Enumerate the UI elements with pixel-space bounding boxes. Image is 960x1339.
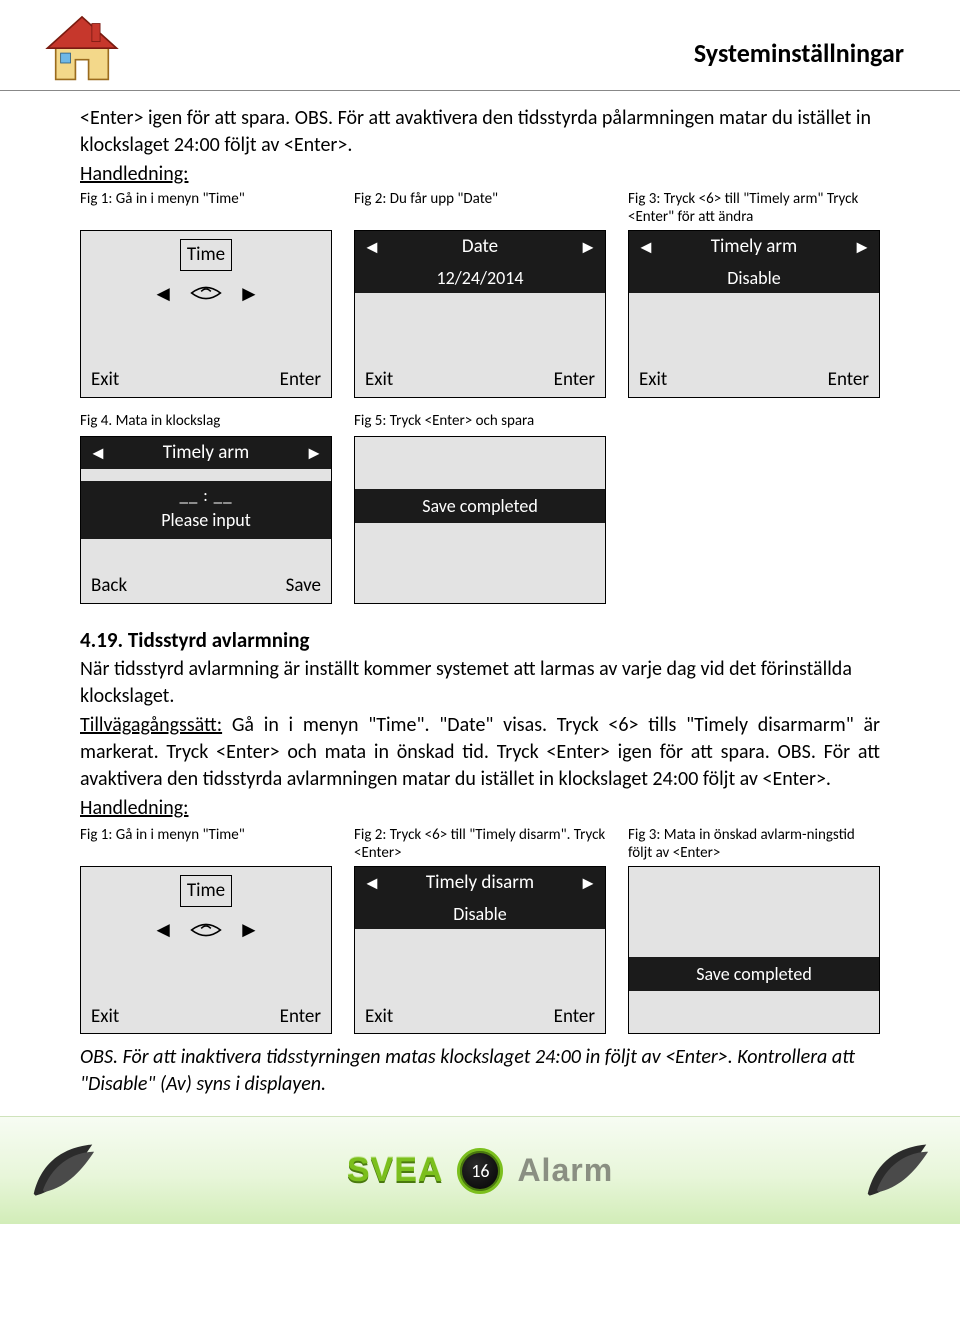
lcd-screen-date: ◄ Date ► 12/24/2014 Exit Enter [354,230,606,398]
time-title-box: Time [180,875,232,907]
enter-button[interactable]: Enter [828,367,869,393]
enter-button[interactable]: Enter [554,367,595,393]
brand-alarm: Alarm [517,1149,613,1192]
leaf-icon [26,1139,100,1203]
nav-right-icon[interactable]: ► [238,915,260,945]
page-number-badge: 16 [457,1148,503,1194]
brand-svea: SVEA [347,1148,444,1194]
exit-button[interactable]: Exit [91,367,119,393]
save-completed-banner: Save completed [629,957,879,991]
arrow-left-icon[interactable]: ◄ [363,871,381,895]
lcd-screen-saved: Save completed [354,436,606,604]
back-button[interactable]: Back [91,573,127,599]
lcd-title: Timely disarm [381,870,579,896]
fig-caption: Fig 5: Tryck <Enter> och spara [354,412,606,432]
enter-button[interactable]: Enter [280,367,321,393]
lcd-title: Timely arm [107,440,305,466]
arrow-right-icon[interactable]: ► [579,235,597,259]
lcd-screen-saved: Save completed [628,866,880,1034]
lcd-screen-timely-arm: ◄ Timely arm ► Disable Exit Enter [628,230,880,398]
exit-button[interactable]: Exit [91,1004,119,1030]
arrow-left-icon[interactable]: ◄ [637,235,655,259]
lcd-value: Disable [629,263,879,293]
lcd-input-prompt: __ : __ Please input [81,481,331,539]
exit-button[interactable]: Exit [639,367,667,393]
fig-caption: Fig 1: Gå in i menyn "Time" [80,190,332,226]
arrow-left-icon[interactable]: ◄ [363,235,381,259]
eye-icon [190,284,222,302]
arrow-right-icon[interactable]: ► [305,441,323,465]
nav-left-icon[interactable]: ◄ [152,279,174,309]
save-completed-banner: Save completed [355,489,605,523]
eye-icon [190,921,222,939]
fig-caption: Fig 2: Tryck <6> till "Timely disarm". T… [354,826,606,862]
nav-right-icon[interactable]: ► [238,279,260,309]
intro-paragraph: <Enter> igen för att spara. OBS. För att… [80,105,880,159]
lcd-value: 12/24/2014 [355,263,605,293]
fig-caption: Fig 1: Gå in i menyn "Time" [80,826,332,862]
please-input-label: Please input [161,509,251,531]
page-footer: SVEA 16 Alarm [0,1116,960,1224]
nav-left-icon[interactable]: ◄ [152,915,174,945]
lcd-screen-time: Time ◄ ► Exit Enter [80,230,332,398]
exit-button[interactable]: Exit [365,1004,393,1030]
handledning-label: Handledning: [80,162,188,186]
obs-note: OBS. För att inaktivera tidsstyrningen m… [80,1044,880,1098]
tillvagagang-label: Tillvägagångssätt: [80,713,222,737]
enter-button[interactable]: Enter [280,1004,321,1030]
arrow-right-icon[interactable]: ► [579,871,597,895]
section-heading: 4.19. Tidsstyrd avlarmning [80,626,880,654]
enter-button[interactable]: Enter [554,1004,595,1030]
time-title-box: Time [180,239,232,271]
section-body: När tidsstyrd avlarmning är inställt kom… [80,656,880,710]
lcd-screen-time: Time ◄ ► Exit Enter [80,866,332,1034]
fig-caption: Fig 3: Tryck <6> till "Timely arm" Tryck… [628,190,880,226]
leaf-icon [860,1139,934,1203]
lcd-title: Timely arm [655,234,853,260]
lcd-screen-input: ◄ Timely arm ► __ : __ Please input Back… [80,436,332,604]
page-title: Systeminställningar [124,12,904,71]
fig-caption: Fig 2: Du får upp "Date" [354,190,606,226]
arrow-right-icon[interactable]: ► [853,235,871,259]
fig-caption: Fig 3: Mata in önskad avlarm-ningstid fö… [628,826,880,862]
handledning-label: Handledning: [80,796,188,820]
lcd-title: Date [381,234,579,260]
save-button[interactable]: Save [286,573,321,599]
page-header: Systeminställningar [0,0,960,91]
lcd-value: Disable [355,899,605,929]
arrow-left-icon[interactable]: ◄ [89,441,107,465]
fig-caption: Fig 4. Mata in klockslag [80,412,332,432]
house-icon [40,12,124,86]
time-input-slots[interactable]: __ : __ [85,485,327,508]
lcd-screen-timely-disarm: ◄ Timely disarm ► Disable Exit Enter [354,866,606,1034]
exit-button[interactable]: Exit [365,367,393,393]
